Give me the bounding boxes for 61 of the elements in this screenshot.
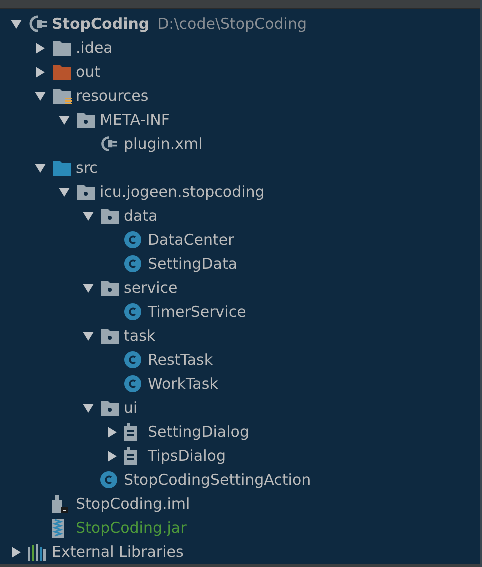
tree-item-label[interactable]: META-INF — [100, 111, 170, 129]
tree-item-label[interactable]: SettingData — [148, 255, 238, 273]
collapsed-arrow-icon[interactable] — [106, 426, 118, 438]
expanded-arrow-icon[interactable] — [34, 162, 46, 174]
folder-icon — [52, 64, 72, 80]
tree-item-label[interactable]: RestTask — [148, 351, 214, 369]
tree-item-label[interactable]: plugin.xml — [124, 135, 203, 153]
libraries-icon — [28, 544, 46, 560]
form-file-icon — [124, 423, 137, 441]
expanded-arrow-icon[interactable] — [34, 90, 46, 102]
collapsed-arrow-icon[interactable] — [10, 546, 22, 558]
plug-icon — [100, 135, 118, 153]
tree-item-label[interactable]: SettingDialog — [148, 423, 250, 441]
expanded-arrow-icon[interactable] — [10, 18, 22, 30]
package-icon — [100, 400, 120, 416]
expanded-arrow-icon[interactable] — [82, 210, 94, 222]
collapsed-arrow-icon[interactable] — [34, 66, 46, 78]
plug-icon — [28, 14, 48, 34]
package-icon — [100, 328, 120, 344]
class-icon — [124, 231, 142, 249]
collapsed-arrow-icon[interactable] — [34, 42, 46, 54]
expanded-arrow-icon[interactable] — [82, 282, 94, 294]
expanded-arrow-icon[interactable] — [82, 402, 94, 414]
tree-item-label[interactable]: ui — [124, 399, 138, 417]
package-icon — [76, 184, 96, 200]
class-icon — [124, 375, 142, 393]
project-path: D:\code\StopCoding — [158, 15, 307, 33]
tree-item-label[interactable]: .idea — [76, 39, 113, 57]
collapsed-arrow-icon[interactable] — [106, 450, 118, 462]
expanded-arrow-icon[interactable] — [82, 330, 94, 342]
package-icon — [76, 112, 96, 128]
folder-icon — [52, 88, 72, 104]
tree-item-label[interactable]: icu.jogeen.stopcoding — [100, 183, 265, 201]
form-file-icon — [124, 447, 137, 465]
class-icon — [124, 303, 142, 321]
project-name[interactable]: StopCoding — [52, 15, 150, 33]
tree-item-label[interactable]: WorkTask — [148, 375, 218, 393]
tree-item-label[interactable]: TipsDialog — [148, 447, 226, 465]
tree-item-label[interactable]: task — [124, 327, 156, 345]
tree-item-label[interactable]: StopCoding.iml — [76, 495, 190, 513]
tree-item-label[interactable]: External Libraries — [52, 543, 184, 561]
tree-item-label[interactable]: out — [76, 63, 101, 81]
expanded-arrow-icon[interactable] — [58, 114, 70, 126]
tree-item-label[interactable]: src — [76, 159, 98, 177]
package-icon — [100, 208, 120, 224]
class-icon — [100, 471, 118, 489]
tree-item-label[interactable]: StopCoding.jar — [76, 519, 187, 537]
expanded-arrow-icon[interactable] — [58, 186, 70, 198]
archive-icon — [52, 518, 64, 538]
folder-icon — [52, 40, 72, 56]
package-icon — [100, 280, 120, 296]
tree-item-label[interactable]: TimerService — [148, 303, 246, 321]
class-icon — [124, 351, 142, 369]
tree-item-label[interactable]: StopCodingSettingAction — [124, 471, 312, 489]
file-icon — [52, 495, 68, 513]
tree-item-label[interactable]: resources — [76, 87, 149, 105]
class-icon — [124, 255, 142, 273]
tree-item-label[interactable]: DataCenter — [148, 231, 234, 249]
folder-icon — [52, 160, 72, 176]
tree-item-label[interactable]: service — [124, 279, 178, 297]
tree-item-label[interactable]: data — [124, 207, 158, 225]
